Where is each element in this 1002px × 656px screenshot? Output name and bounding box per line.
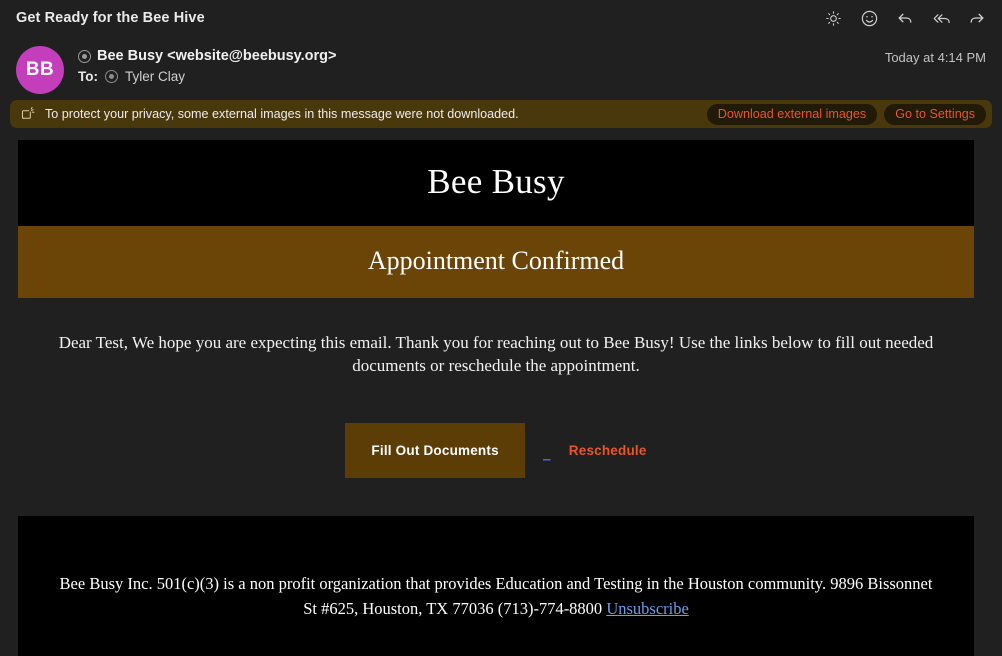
contact-badge-icon bbox=[78, 49, 91, 63]
privacy-banner: To protect your privacy, some external i… bbox=[10, 100, 992, 128]
privacy-banner-text: To protect your privacy, some external i… bbox=[45, 107, 519, 121]
blocked-image-icon bbox=[20, 106, 35, 122]
email-subheader-banner: Appointment Confirmed bbox=[18, 226, 974, 298]
email-content: Bee Busy Appointment Confirmed Dear Test… bbox=[18, 140, 974, 656]
email-footer-text: Bee Busy Inc. 501(c)(3) is a non profit … bbox=[58, 572, 934, 622]
download-external-images-button[interactable]: Download external images bbox=[706, 103, 878, 125]
sender-address: Bee Busy <website@beebusy.org> bbox=[97, 48, 337, 64]
cta-separator[interactable]: _ bbox=[525, 446, 569, 461]
page-title: Get Ready for the Bee Hive bbox=[16, 10, 205, 26]
email-paragraph: Dear Test, We hope you are expecting thi… bbox=[58, 333, 934, 375]
privacy-banner-actions: Download external images Go to Settings bbox=[706, 103, 986, 125]
email-footer: Bee Busy Inc. 501(c)(3) is a non profit … bbox=[18, 516, 974, 656]
email-footer-body: Bee Busy Inc. 501(c)(3) is a non profit … bbox=[59, 574, 933, 618]
brightness-icon[interactable] bbox=[818, 3, 848, 33]
message-timestamp: Today at 4:14 PM bbox=[884, 50, 986, 65]
email-body: Dear Test, We hope you are expecting thi… bbox=[18, 298, 974, 479]
unsubscribe-link[interactable]: Unsubscribe bbox=[606, 599, 688, 618]
smiley-icon[interactable] bbox=[854, 3, 884, 33]
email-subtitle: Appointment Confirmed bbox=[367, 246, 625, 275]
recipient-name[interactable]: Tyler Clay bbox=[125, 69, 185, 84]
message-header: BB Bee Busy <website@beebusy.org> To: Ty… bbox=[0, 36, 1002, 98]
avatar-initials: BB bbox=[25, 59, 55, 80]
recipient-contact-badge-icon bbox=[105, 70, 118, 83]
sender-details: Bee Busy <website@beebusy.org> To: Tyler… bbox=[78, 44, 337, 84]
avatar[interactable]: BB bbox=[16, 46, 64, 94]
reply-icon[interactable] bbox=[890, 3, 920, 33]
email-brand-title: Bee Busy bbox=[427, 162, 565, 201]
email-cta-row: Fill Out Documents _ Reschedule bbox=[46, 423, 946, 479]
message-toolbar bbox=[818, 0, 992, 36]
to-label: To: bbox=[78, 69, 98, 84]
go-to-settings-button[interactable]: Go to Settings bbox=[884, 103, 986, 125]
email-header-banner: Bee Busy bbox=[18, 140, 974, 226]
reply-all-icon[interactable] bbox=[926, 3, 956, 33]
forward-icon[interactable] bbox=[962, 3, 992, 33]
fill-out-documents-button[interactable]: Fill Out Documents bbox=[345, 423, 525, 479]
message-topbar: Get Ready for the Bee Hive bbox=[0, 0, 1002, 36]
sender-row[interactable]: Bee Busy <website@beebusy.org> bbox=[78, 48, 337, 64]
reschedule-link[interactable]: Reschedule bbox=[569, 443, 647, 458]
recipient-row: To: Tyler Clay bbox=[78, 69, 337, 84]
